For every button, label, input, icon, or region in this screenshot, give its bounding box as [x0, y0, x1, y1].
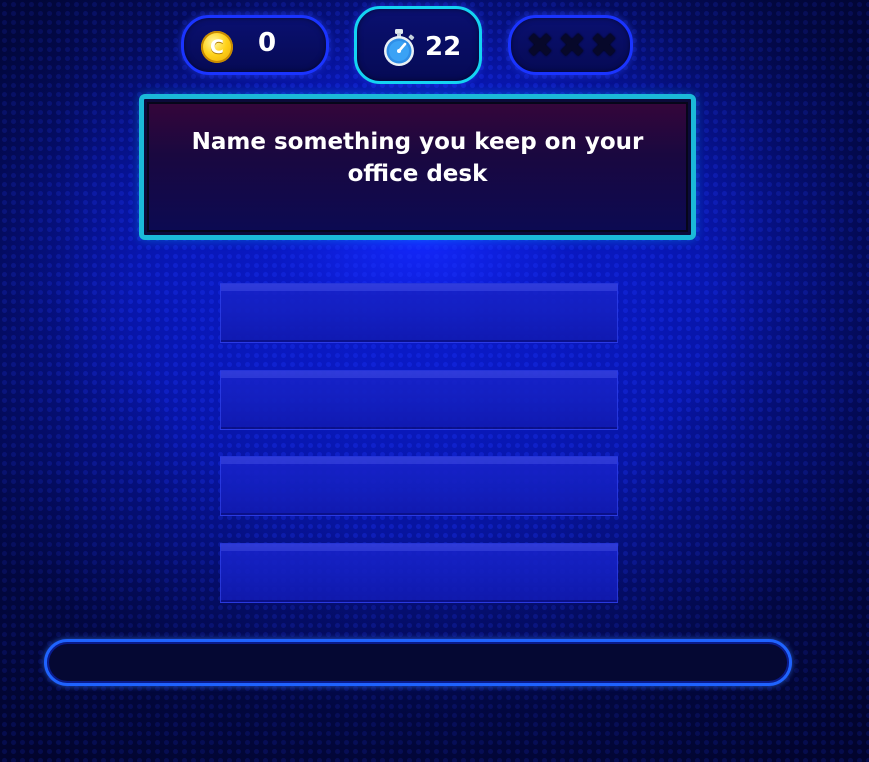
coin-icon: C — [201, 31, 233, 63]
strike-x-icon: ✖ — [557, 26, 587, 66]
answer-slot-3 — [220, 456, 618, 516]
question-panel: Name something you keep on your office d… — [147, 102, 688, 232]
strikes-indicator: ✖ ✖ ✖ — [508, 15, 633, 75]
stopwatch-icon — [384, 29, 415, 66]
question-text: Name something you keep on your office d… — [191, 129, 644, 187]
strike-x-icon: ✖ — [525, 26, 555, 66]
answer-slot-2 — [220, 370, 618, 430]
coin-icon-letter: C — [210, 36, 224, 58]
answer-input[interactable] — [44, 639, 792, 686]
coin-count: 0 — [258, 28, 277, 58]
answer-slot-1 — [220, 283, 618, 343]
timer-seconds: 22 — [425, 32, 462, 62]
countdown-timer: 22 — [354, 6, 482, 84]
coin-counter: C 0 — [181, 15, 329, 75]
strike-x-icon: ✖ — [589, 26, 619, 66]
game-screen: C 0 22 ✖ ✖ ✖ Name something you keep on … — [0, 0, 869, 762]
answer-slot-4 — [220, 543, 618, 603]
question-card: Name something you keep on your office d… — [139, 94, 696, 240]
